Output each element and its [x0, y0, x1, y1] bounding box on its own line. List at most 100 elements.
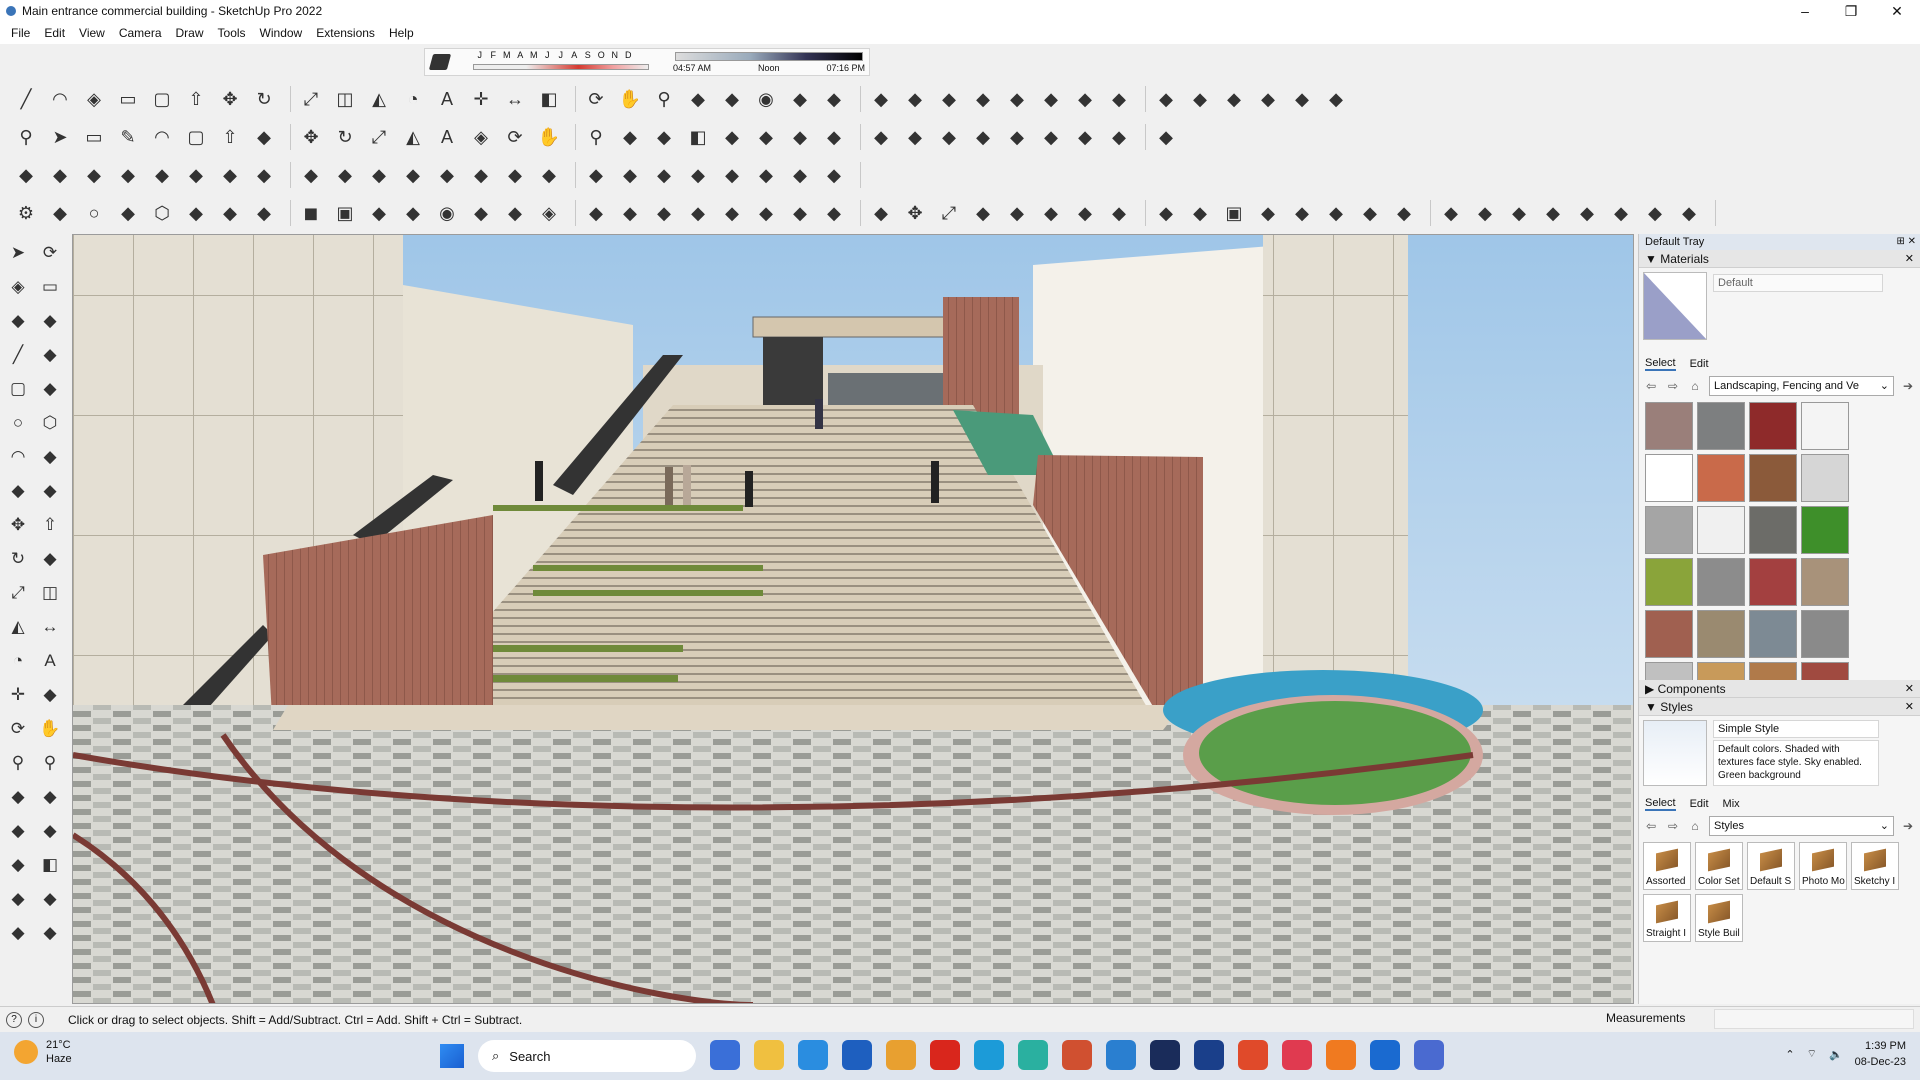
windows-start-icon[interactable]	[440, 1044, 464, 1068]
magnet-icon[interactable]: ◆	[1254, 199, 1282, 227]
mono-icon[interactable]: ◆	[1105, 123, 1133, 151]
taskbar-app-icon[interactable]	[1062, 1040, 1092, 1070]
3pt-arc-icon[interactable]: ◆	[38, 478, 62, 504]
tab-edit[interactable]: Edit	[1690, 798, 1709, 810]
grid-icon[interactable]: ◆	[365, 199, 393, 227]
maximize-button[interactable]: ❐	[1828, 0, 1874, 22]
smoove-icon[interactable]: ◆	[969, 85, 997, 113]
spin-icon[interactable]: ◆	[1105, 199, 1133, 227]
taskbar-app-icon[interactable]	[1194, 1040, 1224, 1070]
layers-icon[interactable]: ◆	[6, 920, 30, 946]
push-icon[interactable]: ⇧	[38, 512, 62, 538]
materials-icon[interactable]: ◆	[684, 161, 712, 189]
extension-icon[interactable]: ◆	[867, 123, 895, 151]
style-library-dropdown[interactable]: Styles ⌄	[1709, 816, 1894, 836]
material-swatch[interactable]	[1801, 558, 1849, 606]
select-icon[interactable]: ➤	[6, 240, 30, 266]
terrain-icon[interactable]: ◆	[38, 920, 62, 946]
bezier-icon[interactable]: ◆	[820, 199, 848, 227]
layer-icon[interactable]: ◆	[582, 199, 610, 227]
shadows-icon[interactable]: ◆	[535, 161, 563, 189]
lattice-icon[interactable]: ◆	[1573, 199, 1601, 227]
material-swatch[interactable]	[1645, 662, 1693, 680]
taskbar-app-icon[interactable]	[798, 1040, 828, 1070]
style-name-field[interactable]: Simple Style	[1713, 720, 1879, 738]
pan-icon[interactable]: ✋	[535, 123, 563, 151]
chevron-up-icon[interactable]: ⌃	[1785, 1048, 1794, 1061]
materials-section-header[interactable]: ▼ Materials ✕	[1639, 250, 1920, 268]
style-collection-item[interactable]: Assorted	[1643, 842, 1691, 890]
tape-icon[interactable]: ◭	[399, 123, 427, 151]
material-swatch[interactable]	[1697, 454, 1745, 502]
material-library-dropdown[interactable]: Landscaping, Fencing and Ve ⌄	[1709, 376, 1894, 396]
soften-icon[interactable]: ◆	[650, 161, 678, 189]
shaded-icon[interactable]: ◆	[1037, 123, 1065, 151]
person-icon[interactable]: ◆	[752, 123, 780, 151]
model-info-icon[interactable]: ◆	[650, 123, 678, 151]
pie-icon[interactable]: ◆	[6, 478, 30, 504]
wire-icon[interactable]: ◆	[969, 123, 997, 151]
pyramid-icon[interactable]: ◆	[1003, 199, 1031, 227]
taskbar-app-icon[interactable]	[1370, 1040, 1400, 1070]
rotated-rect-icon[interactable]: ◆	[38, 376, 62, 402]
material-swatch[interactable]	[1697, 610, 1745, 658]
close-icon[interactable]: ✕	[1905, 698, 1914, 716]
position-icon[interactable]: ◆	[6, 818, 30, 844]
protractor-icon[interactable]: ◔	[399, 85, 427, 113]
section-icon[interactable]: ◧	[38, 852, 62, 878]
swirl-icon[interactable]: ◆	[1152, 199, 1180, 227]
menu-draw[interactable]: Draw	[169, 26, 211, 40]
walk-icon[interactable]: ◆	[718, 123, 746, 151]
arc-icon[interactable]: ◠	[46, 85, 74, 113]
weather-widget[interactable]: 21°C Haze	[14, 1038, 72, 1066]
component-icon[interactable]: ◆	[6, 308, 30, 334]
close-icon[interactable]: ✕	[1905, 250, 1914, 268]
walk-icon[interactable]: ◆	[6, 852, 30, 878]
material-swatch[interactable]	[1645, 402, 1693, 450]
look-icon[interactable]: ◆	[820, 85, 848, 113]
eraser-icon[interactable]: ▭	[38, 274, 62, 300]
warehouse-icon[interactable]: ◆	[820, 123, 848, 151]
taskbar-app-icon[interactable]	[842, 1040, 872, 1070]
offset-icon[interactable]: ◫	[38, 580, 62, 606]
tile-icon[interactable]: ◆	[1539, 199, 1567, 227]
dynamic-icon[interactable]: ◆	[820, 161, 848, 189]
tree-icon[interactable]: ◆	[1390, 199, 1418, 227]
polygon-icon[interactable]: ⬡	[148, 199, 176, 227]
material-swatch[interactable]	[1749, 662, 1797, 680]
material-swatch[interactable]	[1697, 558, 1745, 606]
menu-help[interactable]: Help	[382, 26, 421, 40]
forward-arrow-icon[interactable]: ⇨	[1665, 379, 1681, 393]
pencil-icon[interactable]: ✎	[114, 123, 142, 151]
dimension-icon[interactable]: ↔	[38, 614, 62, 640]
style-collection-item[interactable]: Straight I	[1643, 894, 1691, 942]
drape-icon[interactable]: ◆	[1037, 85, 1065, 113]
scale-icon[interactable]: ⤢	[935, 199, 963, 227]
tab-edit[interactable]: Edit	[1690, 358, 1709, 370]
lookaround-icon[interactable]: ◆	[901, 85, 929, 113]
close-icon[interactable]: ✕	[1905, 680, 1914, 698]
dimension-icon[interactable]: ↔	[501, 85, 529, 113]
freehand-icon[interactable]: ◆	[38, 342, 62, 368]
volume-icon[interactable]: 🔈	[1829, 1048, 1843, 1061]
components-section-header[interactable]: ▶ Components ✕	[1639, 680, 1920, 698]
back-edge-icon[interactable]: ◆	[935, 123, 963, 151]
pan-icon[interactable]: ✋	[616, 85, 644, 113]
fillet-icon[interactable]: ◆	[650, 199, 678, 227]
component-icon[interactable]: ◆	[250, 161, 278, 189]
material-swatch[interactable]	[1801, 506, 1849, 554]
left-icon[interactable]: ◆	[1322, 85, 1350, 113]
paint-icon[interactable]: ◈	[535, 199, 563, 227]
snap-icon[interactable]: ◆	[1186, 199, 1214, 227]
solid-union-icon[interactable]: ◆	[12, 161, 40, 189]
shadow-toggle-icon[interactable]	[428, 54, 452, 70]
taskbar-app-icon[interactable]	[710, 1040, 740, 1070]
tag-icon[interactable]: ◆	[399, 161, 427, 189]
camera-icon[interactable]: ◉	[752, 85, 780, 113]
home-icon[interactable]: ⌂	[1687, 379, 1703, 393]
circle-icon[interactable]: ○	[80, 199, 108, 227]
taskbar-app-icon[interactable]	[1106, 1040, 1136, 1070]
material-swatch[interactable]	[1645, 558, 1693, 606]
material-swatch[interactable]	[1801, 454, 1849, 502]
zoom-icon[interactable]: ⚲	[582, 123, 610, 151]
